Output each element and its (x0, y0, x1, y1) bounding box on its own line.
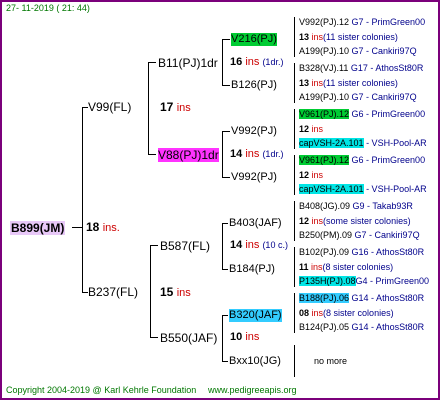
connector (222, 223, 228, 224)
gen2-d-ins: 10 ins (230, 331, 260, 343)
connector (222, 39, 230, 40)
copyright: Copyright 2004-2019 @ Karl Kehrle Founda… (6, 385, 197, 395)
gen2-b-ins: 14 ins (1dr.) (230, 148, 284, 160)
connector (72, 227, 82, 228)
bracket (294, 201, 295, 241)
bracket (294, 109, 295, 149)
gen2-b-name[interactable]: V88(PJ)1dr (158, 148, 219, 162)
gen4-bot[interactable]: A199(PJ).10 G7 - Cankiri97Q (299, 92, 417, 103)
gen2-a-name[interactable]: B11(PJ)1dr (158, 56, 218, 70)
bracket (294, 247, 295, 287)
gen4-bot[interactable]: capVSH-2A.101 - VSH-Pool-AR (299, 184, 427, 195)
root-ins: 18 ins. (86, 220, 120, 234)
gen4-top[interactable]: B408(JG).09 G9 - Takab93R (299, 201, 413, 212)
gen4-top[interactable]: B328(VJ).11 G17 - AthosSt80R (299, 63, 423, 74)
gen2-a-ins: 16 ins (1dr.) (230, 56, 284, 68)
gen4-bot[interactable]: B124(PJ).05 G14 - AthosSt80R (299, 322, 424, 333)
gen4-mid: 12 ins (299, 170, 324, 180)
connector (222, 315, 228, 316)
no-more-label: no more (314, 356, 348, 366)
connector (222, 269, 228, 270)
connector (222, 131, 230, 132)
gen4-mid: 08 ins(8 sister colonies) (299, 308, 394, 318)
gen3-d2[interactable]: Bxx10(JG) (229, 355, 281, 368)
bracket (294, 17, 295, 57)
gen4-top[interactable]: V961(PJ).12 G6 - PrimGreen00 (299, 109, 425, 120)
gen4-top[interactable]: B102(PJ).09 G16 - AthosSt80R (299, 247, 424, 258)
gen4-bot[interactable]: capVSH-2A.101 - VSH-Pool-AR (299, 138, 427, 149)
gen4-mid: 12 ins (299, 124, 324, 134)
gen3-a2[interactable]: B126(PJ) (231, 79, 277, 92)
connector (148, 62, 149, 154)
gen3-b1[interactable]: V992(PJ) (231, 125, 277, 138)
gen4-mid: 11 ins(8 sister colonies) (299, 262, 394, 272)
gen4-top[interactable]: B188(PJ).06 G14 - AthosSt80R (299, 293, 424, 304)
connector (150, 245, 151, 337)
connector (82, 107, 83, 292)
gen3-a1[interactable]: V216(PJ) (231, 33, 277, 46)
connector (222, 361, 228, 362)
connector (150, 245, 158, 246)
timestamp: 27- 11-2019 ( 21: 44) (6, 3, 90, 13)
connector (148, 154, 156, 155)
connector (222, 223, 223, 269)
connector (150, 337, 158, 338)
connector (222, 315, 223, 361)
gen3-d1[interactable]: B320(JAF) (229, 309, 282, 322)
gen4-bot[interactable]: P135H(PJ).08G4 - PrimGreen00 (299, 276, 429, 287)
bracket (294, 345, 295, 377)
connector (222, 177, 230, 178)
pedigree-frame (0, 0, 440, 400)
site-link[interactable]: www.pedigreeapis.org (208, 385, 297, 396)
gen3-b2[interactable]: V992(PJ) (231, 171, 277, 184)
gen2-c-ins: 14 ins (10 c.) (230, 239, 288, 251)
connector (222, 39, 223, 85)
gen4-bot[interactable]: B250(PM).09 G7 - Cankiri97Q (299, 230, 420, 241)
sire-bottom-ins: 15 ins (160, 285, 191, 299)
bracket (294, 155, 295, 195)
gen2-c-name[interactable]: B587(FL) (160, 239, 210, 253)
gen4-bot[interactable]: A199(PJ).10 G7 - Cankiri97Q (299, 46, 417, 57)
bracket (294, 63, 295, 103)
connector (222, 85, 230, 86)
gen4-mid: 13 ins(11 sister colonies) (299, 78, 398, 88)
gen4-mid: 12 ins(some sister colonies) (299, 216, 411, 226)
root-queen[interactable]: B899(JM) (10, 221, 66, 235)
gen2-d-name[interactable]: B550(JAF) (160, 331, 217, 345)
sire-bottom[interactable]: B237(FL) (88, 285, 138, 299)
gen4-top[interactable]: V961(PJ).12 G6 - PrimGreen00 (299, 155, 425, 166)
gen4-top[interactable]: V992(PJ).12 G7 - PrimGreen00 (299, 17, 425, 28)
sire-top-ins: 17 ins (160, 100, 191, 114)
bracket (294, 293, 295, 333)
gen3-c2[interactable]: B184(PJ) (229, 263, 275, 276)
connector (222, 131, 223, 177)
connector (148, 62, 156, 63)
sire-top[interactable]: V99(FL) (88, 100, 131, 114)
gen3-c1[interactable]: B403(JAF) (229, 217, 282, 230)
gen4-mid: 13 ins(11 sister colonies) (299, 32, 398, 42)
